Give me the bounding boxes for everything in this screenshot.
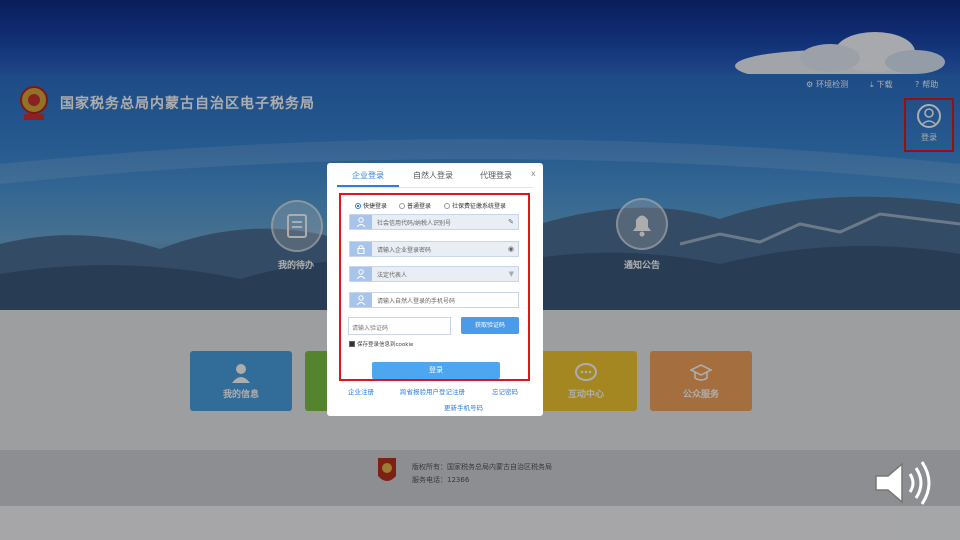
radio-unchecked-icon: [444, 202, 450, 209]
radio-label: 社保费征缴系统登录: [452, 203, 507, 210]
radio-normal-login[interactable]: 普通登录: [399, 201, 431, 210]
lock-icon: [350, 242, 372, 256]
login-modal: 企业登录 自然人登录 代理登录 x 快捷登录 普通登录 社保费征缴系统登录 社会…: [327, 163, 543, 416]
close-button[interactable]: x: [531, 169, 536, 178]
chevron-down-icon: ▼: [508, 270, 514, 278]
change-phone-link[interactable]: 更新手机号码: [444, 402, 483, 412]
tab-individual-login[interactable]: 自然人登录: [413, 170, 453, 181]
radio-social-security-login[interactable]: 社保费征缴系统登录: [444, 201, 506, 210]
enterprise-register-link[interactable]: 企业注册: [348, 386, 374, 396]
password-input[interactable]: 请输入企业登录密码 ◉: [349, 241, 519, 257]
radio-label: 快捷登录: [363, 203, 388, 210]
radio-unchecked-icon: [399, 202, 405, 209]
cross-region-register-link[interactable]: 跨省报验用户登记注册: [400, 386, 465, 396]
user-icon: [350, 267, 372, 281]
user-icon: [350, 215, 372, 229]
phone-placeholder: 请输入自然人登录的手机号码: [377, 297, 456, 305]
credit-code-placeholder: 社会信用代码/纳税人识别号: [377, 219, 452, 227]
edit-icon[interactable]: ✎: [508, 218, 518, 226]
phone-input[interactable]: 请输入自然人登录的手机号码: [349, 292, 519, 308]
credit-code-input[interactable]: 社会信用代码/纳税人识别号 ✎: [349, 214, 519, 230]
eye-hidden-icon[interactable]: ◉: [508, 245, 518, 253]
remember-label: 保存登录信息到cookie: [357, 342, 414, 348]
get-code-button[interactable]: 获取验证码: [461, 317, 519, 334]
role-select-value: 法定代表人: [377, 271, 408, 279]
active-tab-indicator: [337, 185, 399, 187]
radio-label: 普通登录: [407, 203, 432, 210]
checkbox-checked-icon: [349, 341, 355, 347]
role-select[interactable]: 法定代表人 ▼: [349, 266, 519, 282]
password-placeholder: 请输入企业登录密码: [377, 246, 432, 254]
user-icon: [350, 293, 372, 307]
radio-checked-icon: [355, 202, 361, 209]
captcha-input[interactable]: 请输入验证码: [348, 317, 451, 335]
tab-enterprise-login[interactable]: 企业登录: [352, 170, 384, 181]
speaker-icon[interactable]: [872, 456, 936, 510]
tab-divider: [337, 187, 533, 188]
tab-agent-login[interactable]: 代理登录: [480, 170, 512, 181]
login-submit-button[interactable]: 登录: [372, 362, 500, 379]
forgot-password-link[interactable]: 忘记密码: [492, 386, 518, 396]
remember-cookie-checkbox[interactable]: 保存登录信息到cookie: [349, 340, 413, 348]
radio-quick-login[interactable]: 快捷登录: [355, 201, 387, 210]
